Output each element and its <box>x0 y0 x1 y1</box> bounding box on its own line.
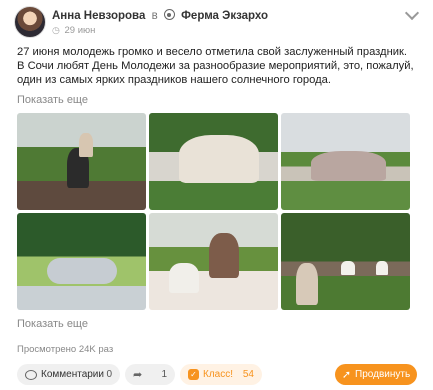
comments-count: 0 <box>106 369 112 380</box>
reshare-button[interactable]: ➦ 1 <box>125 364 175 385</box>
photo-figure <box>179 135 259 183</box>
comment-bubble-icon <box>25 369 37 380</box>
post-text-line-2: В Сочи любят День Молодежи за разнообраз… <box>17 60 414 87</box>
comments-label: Комментарии <box>41 369 104 380</box>
shares-count: 1 <box>161 369 167 380</box>
author-name[interactable]: Анна Невзорова <box>52 10 145 22</box>
chevron-down-icon[interactable] <box>404 5 420 21</box>
post-header: Анна Невзорова в Ферма Экзархо ◷ 29 июн <box>14 5 420 40</box>
photo-figure <box>311 151 386 181</box>
author-line: Анна Невзорова в Ферма Экзархо <box>52 9 268 22</box>
post-text-line-1: 27 июня молодежь громко и весело отметил… <box>17 46 408 58</box>
photo-6[interactable] <box>281 213 410 310</box>
photo-5[interactable] <box>149 213 278 310</box>
photo-figure <box>47 258 117 284</box>
promote-icon: ➚ <box>341 369 352 381</box>
photo-4[interactable] <box>17 213 146 310</box>
place-pin-icon <box>163 9 175 20</box>
klass-icon: ✓ <box>188 369 199 380</box>
klass-button[interactable]: ✓ Класс! 54 <box>180 364 262 385</box>
post-text: 27 июня молодежь громко и весело отметил… <box>17 45 417 88</box>
promote-button[interactable]: ➚ Продвинуть <box>335 364 417 385</box>
photo-figure <box>296 263 318 305</box>
comments-button[interactable]: Комментарии 0 <box>17 364 120 385</box>
show-more-photos-link[interactable]: Показать еще <box>17 318 88 330</box>
photo-2[interactable] <box>149 113 278 210</box>
photo-figure <box>341 261 355 275</box>
date-text: 29 июн <box>64 25 96 36</box>
promote-label: Продвинуть <box>355 369 411 380</box>
klass-count: 54 <box>242 369 254 380</box>
clock-icon: ◷ <box>52 25 60 35</box>
views-count: Просмотрено 24K раз <box>17 344 114 355</box>
show-more-text-link[interactable]: Показать еще <box>17 94 88 106</box>
reshare-arrow-icon: ➦ <box>133 369 143 381</box>
post-actions: Комментарии 0 ➦ 1 ✓ Класс! 54 ➚ Продвину… <box>17 364 417 386</box>
photo-figure <box>79 133 93 157</box>
photo-figure <box>169 263 199 293</box>
avatar[interactable] <box>14 6 46 38</box>
photo-1[interactable] <box>17 113 146 210</box>
photo-3[interactable] <box>281 113 410 210</box>
place-name[interactable]: Ферма Экзархо <box>181 10 268 22</box>
photo-figure <box>209 233 239 278</box>
in-word: в <box>151 10 158 22</box>
post-date: ◷ 29 июн <box>52 25 95 36</box>
klass-label: Класс! <box>203 369 233 380</box>
photo-figure <box>376 261 388 275</box>
